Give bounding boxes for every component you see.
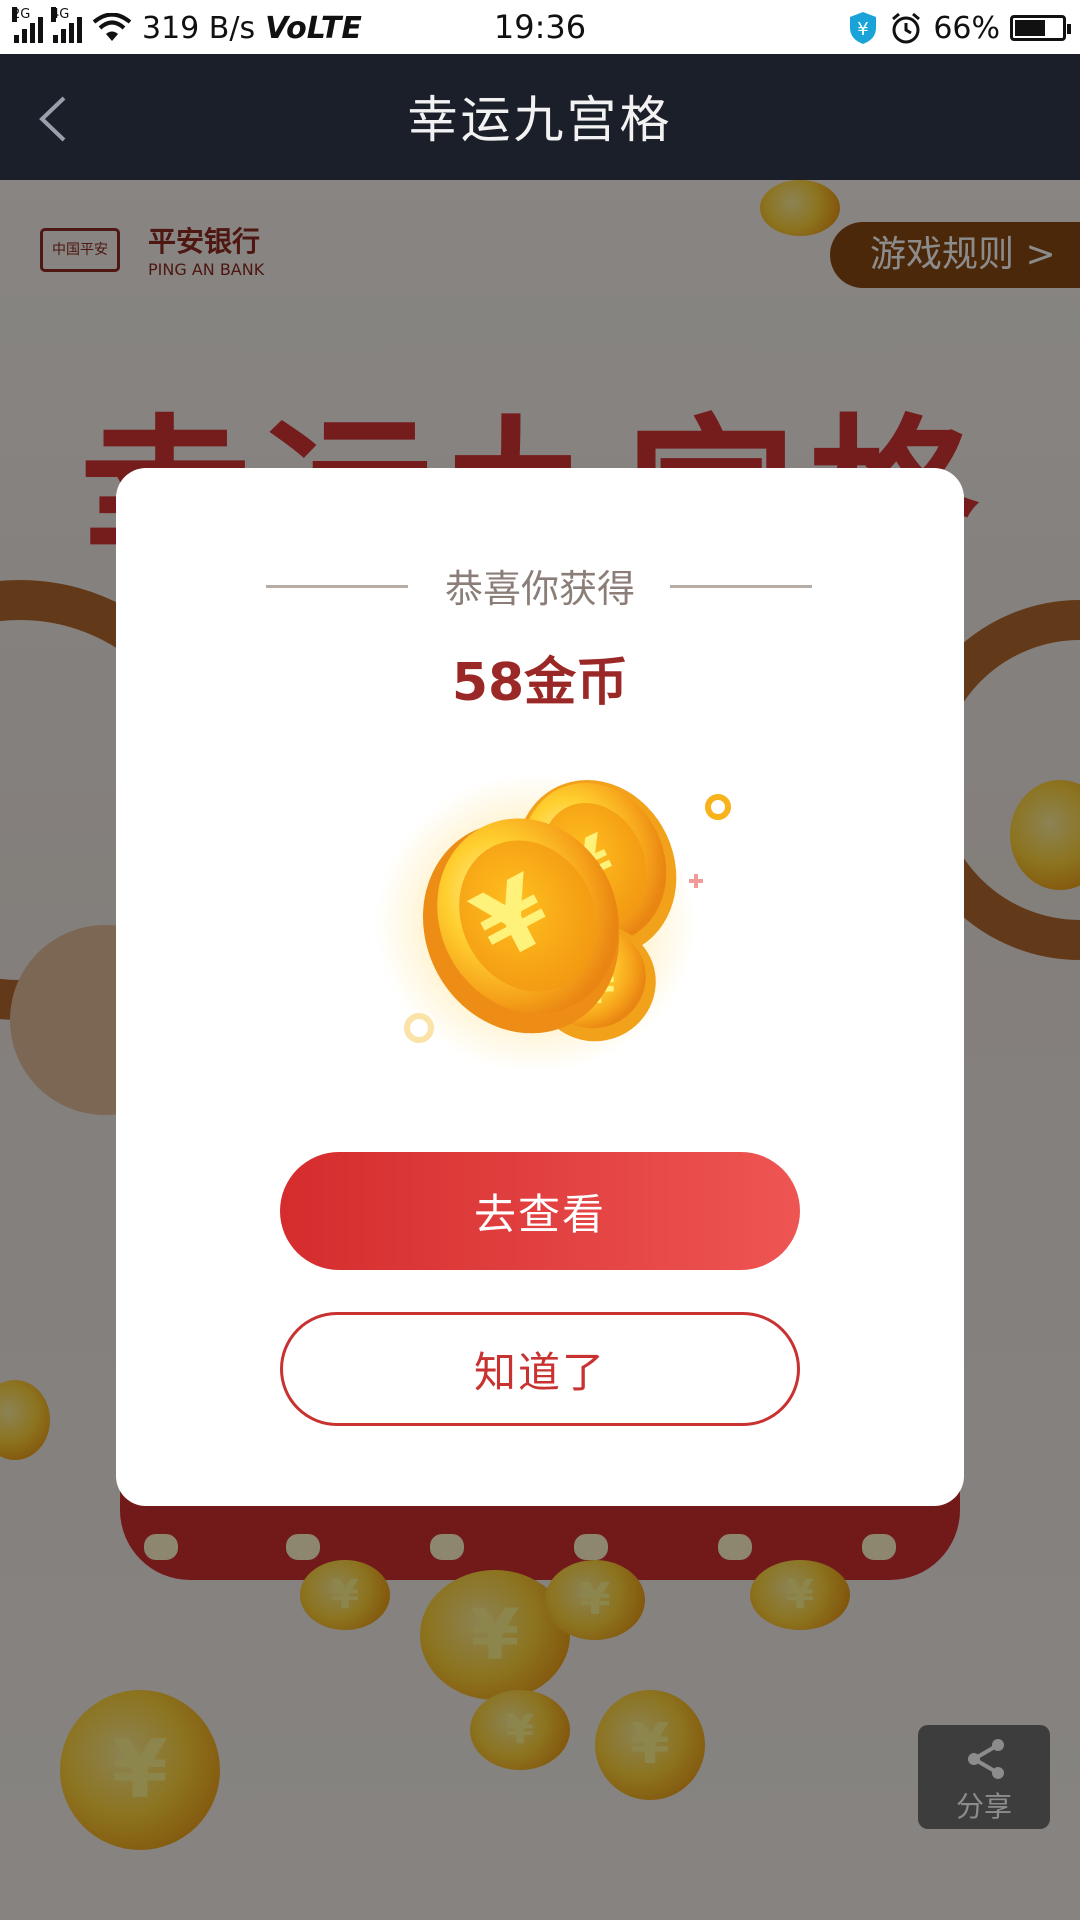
shield-yen-icon: ¥ [850,12,877,44]
battery-percent: 66% [933,10,1000,46]
app-header: 幸运九宫格 [0,54,1080,180]
battery-icon [1010,15,1071,41]
gold-coins-icon: ¥ ¥ ¥ [376,773,731,1068]
battery-fill [1015,20,1045,36]
got-it-button[interactable]: 知道了 [280,1312,800,1426]
status-bar: 2G 4G 319 B/s VoLTE 19:36 ¥ 66% [0,0,1080,54]
status-bar-right: ¥ 66% [847,8,1071,48]
dialog-title: 恭喜你获得 [444,567,635,611]
svg-text:¥: ¥ [858,19,869,40]
page-title: 幸运九宫格 [407,91,673,149]
reward-dialog: 恭喜你获得 58金币 ¥ ¥ [116,468,964,1506]
reward-amount: 58金币 [451,653,629,713]
view-button[interactable]: 去查看 [280,1152,800,1270]
alarm-icon [892,12,921,44]
